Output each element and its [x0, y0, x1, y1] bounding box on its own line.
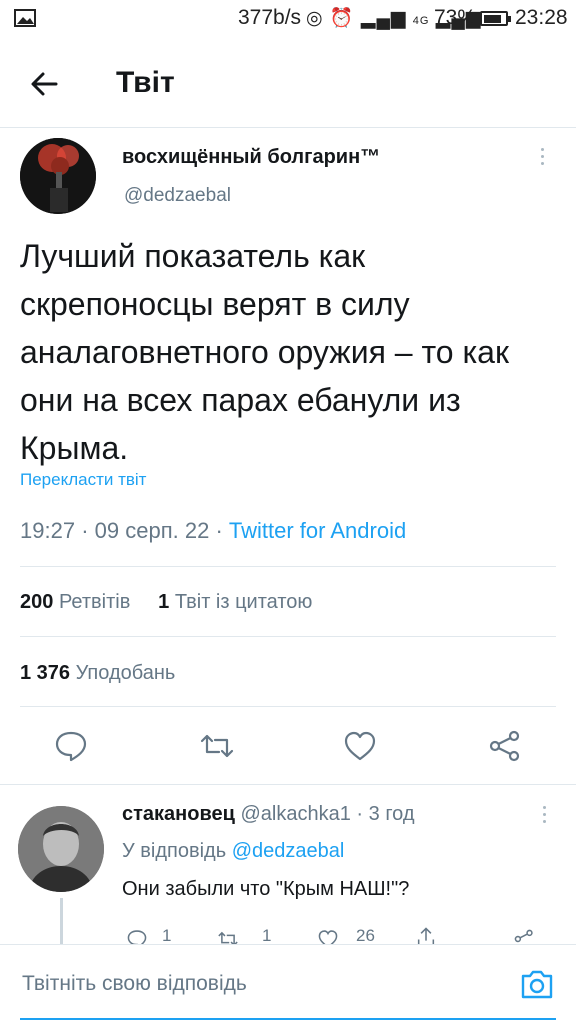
likes-count[interactable]: 1 376 [20, 662, 70, 684]
signal-icon: ▂▄▆ [360, 8, 407, 29]
like-heart-icon[interactable] [342, 728, 378, 764]
tweet-meta: 19:27 · 09 серп. 22 · Twitter for Androi… [20, 518, 406, 544]
alarm-icon: ⏰ [329, 8, 355, 29]
reply-reply-icon[interactable] [126, 928, 148, 944]
share-icon[interactable] [487, 728, 523, 764]
divider [20, 566, 556, 567]
battery-icon [480, 11, 511, 26]
reply-share-alt-icon[interactable] [512, 928, 536, 944]
meta-separator: · [81, 518, 95, 543]
reply-prefix: У відповідь [122, 840, 227, 862]
reply-actions: 1 1 26 [0, 924, 576, 944]
reply-separator: · [356, 803, 369, 825]
likes-stats: 1 376 Уподобань [20, 662, 175, 685]
reply-avatar[interactable] [18, 806, 104, 892]
author-handle[interactable]: @dedzaebal [124, 185, 231, 207]
net-speed: 377b/s [238, 6, 302, 29]
reply-retweet-count: 1 [262, 926, 272, 944]
reply-share-icon[interactable] [414, 926, 438, 944]
reply-avatar-image [18, 806, 104, 892]
camera-icon[interactable] [519, 966, 555, 1002]
image-notification-icon [14, 9, 36, 27]
translate-link[interactable]: Перекласти твіт [20, 470, 146, 490]
tweet-text: Лучший показатель как скрепоносцы верят … [20, 238, 509, 466]
reply-author-handle[interactable]: @alkachka1 [240, 803, 350, 825]
reply-author-name[interactable]: стакановец [122, 803, 235, 825]
reply-icon[interactable] [53, 728, 89, 764]
retweets-count[interactable]: 200 [20, 591, 53, 613]
author-name[interactable]: восхищённый болгарин™ [122, 146, 380, 169]
meta-separator: · [215, 518, 229, 543]
replying-to: У відповідь @dedzaebal [122, 840, 344, 863]
reply-retweet-icon[interactable] [216, 928, 240, 944]
reply-like-icon[interactable] [316, 928, 340, 944]
header-divider [0, 127, 576, 128]
reply-reply-count: 1 [162, 926, 172, 944]
reply-age: 3 год [368, 803, 415, 825]
tweet-time: 19:27 [20, 518, 76, 543]
battery-percent: 73% [434, 6, 477, 29]
network-type: 4G [412, 15, 430, 27]
reply-more-options-icon[interactable] [540, 806, 548, 828]
avatar-image [20, 138, 96, 214]
status-bar: 377b/s ◎ ⏰ ▂▄▆ 4G ▂▄▆ 73% 23:28 [0, 0, 576, 40]
back-arrow-icon[interactable] [26, 66, 62, 102]
more-options-icon[interactable] [538, 148, 546, 170]
divider [20, 636, 556, 637]
clock: 23:28 [515, 6, 568, 29]
quotes-count[interactable]: 1 [158, 591, 169, 613]
quotes-label[interactable]: Твіт із цитатою [175, 591, 313, 613]
reply-text: Они забыли что "Крым НАШ!"? [122, 878, 410, 900]
tweet-date: 09 серп. 22 [94, 518, 210, 543]
reply-like-count: 26 [356, 926, 375, 944]
author-avatar[interactable] [20, 138, 96, 214]
tweet-source[interactable]: Twitter for Android [229, 518, 406, 543]
retweet-stats: 200 Ретвітів 1 Твіт із цитатою [20, 591, 312, 614]
divider [0, 784, 576, 785]
divider [20, 706, 556, 707]
reply-header: стакановец @alkachka1 · 3 год [122, 803, 415, 826]
hotspot-icon: ◎ [306, 8, 324, 29]
reply-to-handle[interactable]: @dedzaebal [232, 840, 345, 862]
page-title: Твіт [116, 66, 175, 99]
reply-compose-input[interactable]: Твітніть свою відповідь [22, 972, 247, 996]
retweet-icon[interactable] [199, 728, 235, 764]
likes-label[interactable]: Уподобань [76, 662, 176, 684]
compose-underline [20, 1018, 556, 1020]
retweets-label[interactable]: Ретвітів [59, 591, 130, 613]
